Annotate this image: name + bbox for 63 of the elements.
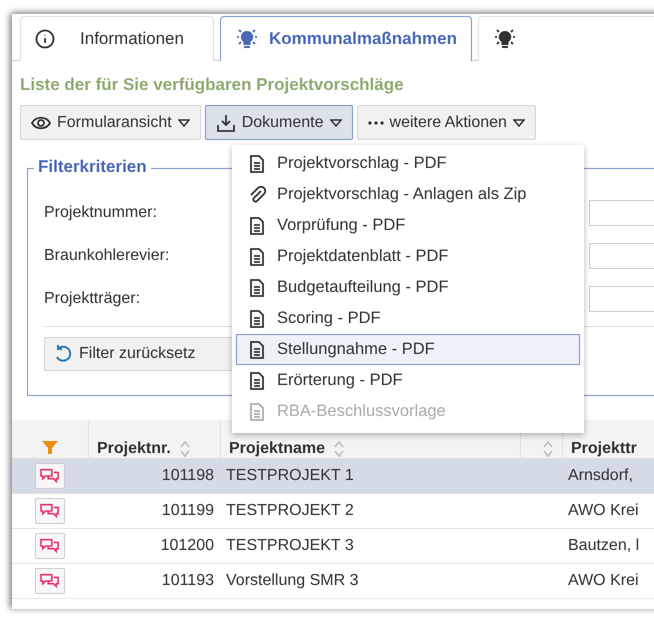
table-row[interactable]: 101193 Vorstellung SMR 3 AWO Krei: [12, 564, 654, 599]
menu-item[interactable]: Vorprüfung - PDF: [236, 210, 580, 241]
comments-button[interactable]: [35, 498, 65, 524]
more-icon: [368, 120, 384, 124]
tab[interactable]: Informationen: [20, 16, 214, 61]
table-row[interactable]: 101198 TESTPROJEKT 1 Arnsdorf,: [12, 459, 654, 494]
table-cell-text: 101198: [160, 467, 215, 485]
list-heading: Liste der für Sie verfügbaren Projektvorschläge: [19, 74, 405, 96]
field-label: Braunkohlerevier:: [44, 246, 170, 264]
menu-item[interactable]: Budgetaufteilung - PDF: [236, 272, 580, 303]
sort-icon[interactable]: [178, 440, 191, 458]
chat-bubbles-icon: [39, 467, 61, 485]
chat-bubbles-icon: [39, 502, 61, 520]
table-cell-text: AWO Krei: [567, 502, 640, 520]
download-icon: [216, 112, 236, 132]
info-icon: [35, 29, 55, 49]
field-label: Projektnummer:: [44, 204, 157, 222]
menu-item[interactable]: Projektvorschlag - PDF: [236, 148, 580, 179]
comments-button[interactable]: [35, 463, 65, 489]
lightbulb-icon: [235, 27, 259, 51]
table-cell-text: TESTPROJEKT 2: [225, 502, 355, 520]
document-icon: [247, 370, 267, 390]
menu-item[interactable]: Stellungnahme - PDF: [236, 334, 580, 365]
caret-icon: [512, 118, 525, 126]
table-cell-text: Bautzen, l: [567, 537, 640, 555]
table-cell-text: 101200: [160, 537, 215, 555]
document-icon: [247, 308, 267, 328]
table-cell-text: TESTPROJEKT 3: [225, 537, 355, 555]
column-header[interactable]: Projektnr.: [97, 440, 171, 458]
caret-icon: [178, 118, 190, 126]
document-icon: [247, 278, 267, 298]
comments-button[interactable]: [35, 533, 65, 559]
document-icon: [247, 402, 267, 422]
caret-icon: [330, 118, 342, 126]
table-cell-text: Arnsdorf,: [567, 467, 634, 485]
toolbar-button[interactable]: Dokumente: [204, 105, 353, 140]
table-row[interactable]: 101199 TESTPROJEKT 2 AWO Krei: [12, 494, 654, 529]
sort-icon[interactable]: [542, 440, 554, 458]
table-cell-text: 101193: [160, 572, 215, 590]
document-icon: [247, 340, 267, 360]
menu-item[interactable]: Projektdatenblatt - PDF: [236, 241, 580, 272]
table-cell-text: 101199: [160, 502, 215, 520]
table-cell-text: TESTPROJEKT 1: [225, 467, 355, 485]
table-cell-text: AWO Krei: [567, 572, 640, 590]
chat-bubbles-icon: [39, 572, 61, 590]
toolbar-button[interactable]: weitere Aktionen: [356, 105, 536, 140]
chat-bubbles-icon: [39, 537, 61, 555]
comments-button[interactable]: [35, 568, 65, 594]
sort-icon[interactable]: [333, 440, 346, 458]
table-cell-text: Vorstellung SMR 3: [225, 572, 360, 590]
menu-item[interactable]: Scoring - PDF: [236, 303, 580, 334]
lightbulb-icon: [492, 27, 517, 51]
document-icon: [247, 216, 267, 236]
toolbar-button[interactable]: Formularansicht: [20, 105, 201, 140]
column-header[interactable]: Projekttr: [571, 440, 637, 458]
column-header[interactable]: Projektname: [229, 440, 326, 458]
tab[interactable]: [478, 16, 654, 61]
field-label: Projektträger:: [44, 290, 140, 308]
tab[interactable]: Kommunalmaßnahmen: [220, 16, 472, 61]
menu-item[interactable]: Projektvorschlag - Anlagen als Zip: [236, 179, 580, 210]
document-icon: [247, 246, 267, 266]
table-row[interactable]: 101200 TESTPROJEKT 3 Bautzen, l: [12, 529, 654, 564]
document-icon: [247, 154, 267, 174]
